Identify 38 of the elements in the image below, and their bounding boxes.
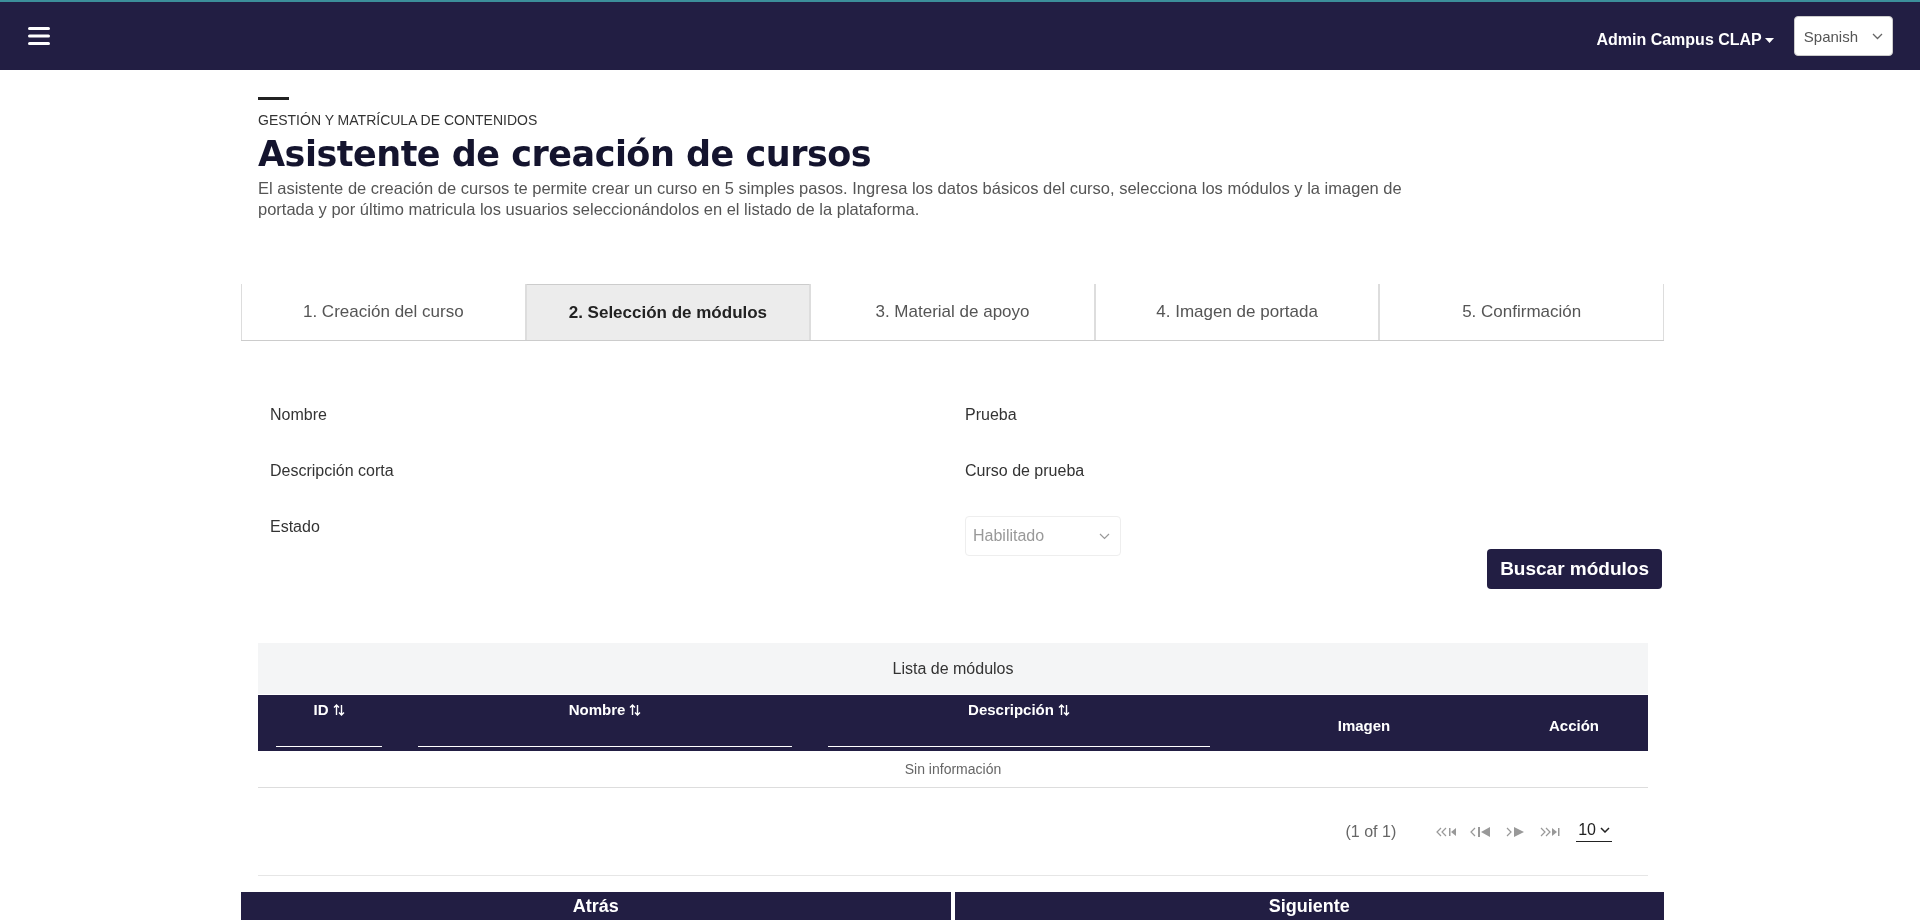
- column-header[interactable]: Nombre: [568, 701, 642, 718]
- field-value: Curso de prueba: [965, 462, 1086, 480]
- page-title: Asistente de creación de cursos: [258, 134, 873, 174]
- step-tab[interactable]: 4. Imagen de portada: [1094, 284, 1380, 340]
- field-label: Nombre: [270, 406, 328, 424]
- rows-per-page-select[interactable]: 10: [1576, 821, 1612, 842]
- field-label: Descripción corta: [270, 462, 395, 480]
- wizard-nav-button[interactable]: Siguiente: [954, 892, 1664, 920]
- page-info: (1 of 1): [1345, 822, 1397, 841]
- chevron-down-icon: [1872, 32, 1883, 40]
- column-header: Imagen: [1337, 716, 1391, 734]
- step-tab[interactable]: 2. Selección de módulos: [525, 284, 811, 340]
- sort-icon: [332, 703, 345, 716]
- last-page-icon[interactable]: [1540, 825, 1563, 838]
- wizard-nav-button[interactable]: Atrás: [241, 892, 951, 920]
- sort-icon: [1057, 703, 1070, 716]
- caret-icon: [1764, 37, 1774, 43]
- column-header[interactable]: ID: [313, 701, 345, 718]
- empty-message: Sin información: [904, 761, 1002, 777]
- section-label: GESTIÓN Y MATRÍCULA DE CONTENIDOS: [258, 112, 539, 128]
- table-title: Lista de módulos: [892, 659, 1014, 678]
- field-label: Estado: [270, 518, 321, 536]
- language-select[interactable]: Spanish: [1793, 16, 1893, 56]
- chevron-down-icon: [1600, 827, 1610, 833]
- step-tab[interactable]: 1. Creación del curso: [241, 284, 526, 340]
- chevron-down-icon: [1099, 532, 1110, 540]
- previous-page-icon[interactable]: [1470, 825, 1493, 838]
- column-header: Acción: [1549, 716, 1599, 734]
- user-menu[interactable]: Admin Campus CLAP: [1596, 31, 1774, 49]
- column-header[interactable]: Descripción: [968, 701, 1070, 718]
- menu-icon[interactable]: [28, 26, 50, 46]
- search-modules-button[interactable]: Buscar módulos: [1487, 549, 1662, 589]
- first-page-icon[interactable]: [1436, 825, 1457, 838]
- page-description: El asistente de creación de cursos te permite crear un curso en 5 simples pasos. Ingresa los datos básicos del curso, selecciona los módulos y la imagen de portada y por último matricula los usuarios seleccionándolos en el listado de la plataforma.: [258, 178, 1403, 220]
- step-tab[interactable]: 3. Material de apoyo: [810, 284, 1095, 340]
- sort-icon: [629, 703, 642, 716]
- field-value: Prueba: [965, 406, 1018, 424]
- step-tab[interactable]: 5. Confirmación: [1379, 284, 1664, 340]
